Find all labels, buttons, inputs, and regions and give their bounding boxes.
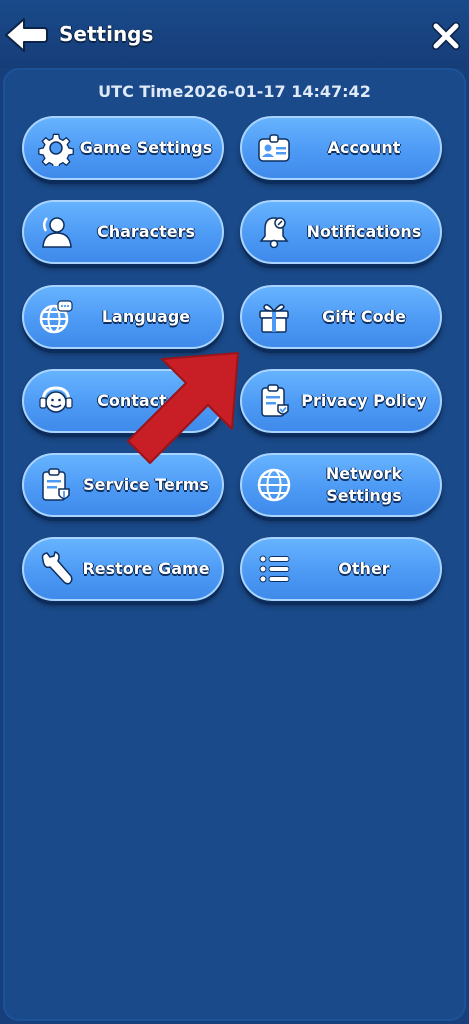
restore-game-button[interactable]: Restore Game <box>22 537 224 601</box>
gift-icon <box>259 304 289 333</box>
service-terms-label: Service Terms <box>83 475 209 494</box>
language-label: Language <box>101 307 191 326</box>
privacy-policy-label: Privacy Policy <box>301 391 427 410</box>
characters-label: Characters <box>96 222 195 241</box>
headset-icon <box>39 386 73 413</box>
restore-game-label: Restore Game <box>82 559 210 578</box>
id-card-icon <box>258 134 290 162</box>
back-arrow-icon[interactable] <box>4 16 48 54</box>
notifications-button[interactable]: Notifications <box>240 200 442 264</box>
wrench-icon <box>41 551 73 585</box>
gift-code-label: Gift Code <box>322 307 406 326</box>
network-settings-button[interactable]: Network Settings <box>240 453 442 517</box>
contact-us-label: Contact Us <box>97 391 195 410</box>
clipboard-check-icon <box>261 384 289 417</box>
notifications-label: Notifications <box>306 222 422 241</box>
language-button[interactable]: Language <box>22 285 224 349</box>
contact-us-button[interactable]: Contact Us <box>22 369 224 433</box>
game-settings-label: Game Settings <box>79 138 213 157</box>
bell-icon <box>259 217 289 249</box>
globe-chat-icon <box>39 300 73 334</box>
utc-time: UTC Time2026-01-17 14:47:42 <box>98 82 371 101</box>
close-icon[interactable] <box>430 20 462 52</box>
globe-icon <box>257 468 291 502</box>
privacy-policy-button[interactable]: Privacy Policy <box>240 369 442 433</box>
other-button[interactable]: Other <box>240 537 442 601</box>
game-settings-button[interactable]: Game Settings <box>22 116 224 180</box>
other-label: Other <box>338 559 390 578</box>
clipboard-shield-icon <box>42 468 70 501</box>
person-icon <box>42 217 72 248</box>
network-settings-label: Network Settings <box>325 464 403 505</box>
account-label: Account <box>327 138 401 157</box>
page-title: Settings <box>59 22 154 46</box>
gear-icon <box>38 133 74 166</box>
list-icon <box>259 555 290 583</box>
gift-code-button[interactable]: Gift Code <box>240 285 442 349</box>
service-terms-button[interactable]: Service Terms <box>22 453 224 517</box>
account-button[interactable]: Account <box>240 116 442 180</box>
characters-button[interactable]: Characters <box>22 200 224 264</box>
